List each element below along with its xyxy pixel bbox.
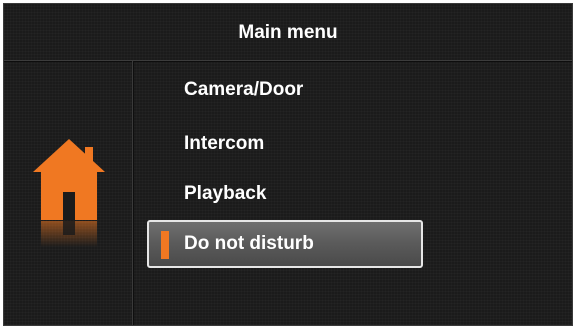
menu-item-camera-door[interactable]: Camera/Door [147, 66, 423, 114]
menu-item-label: Intercom [184, 133, 265, 154]
sidebar-divider [132, 61, 133, 325]
menu-item-playback[interactable]: Playback [147, 170, 423, 218]
menu-item-label: Do not disturb [184, 233, 314, 254]
menu-item-do-not-disturb[interactable]: Do not disturb [147, 220, 423, 268]
menu-item-intercom[interactable]: Intercom [147, 120, 423, 168]
header-bar: Main menu [4, 4, 572, 61]
menu-item-label: Camera/Door [184, 79, 304, 100]
page-title: Main menu [238, 22, 338, 43]
selection-marker [161, 231, 169, 259]
intercom-screen: Main menu Camera/Door Intercom Playback … [3, 3, 573, 326]
menu-item-label: Playback [184, 183, 267, 204]
home-icon [31, 137, 107, 257]
